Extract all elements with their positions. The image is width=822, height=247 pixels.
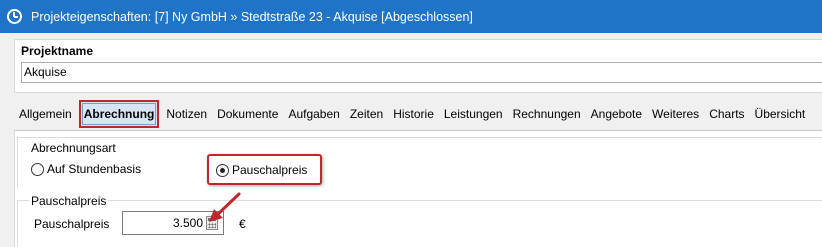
tab-aufgaben[interactable]: Aufgaben: [283, 102, 344, 126]
tab-leistungen[interactable]: Leistungen: [439, 102, 508, 126]
flat-price-field-label: Pauschalpreis: [34, 217, 110, 231]
tab-weiteres[interactable]: Weiteres: [647, 102, 704, 126]
radio-hourly[interactable]: Auf Stundenbasis: [31, 162, 141, 176]
tab-abrechnung[interactable]: Abrechnung: [78, 100, 160, 128]
tab-charts[interactable]: Charts: [704, 102, 749, 126]
radio-hourly-label: Auf Stundenbasis: [47, 162, 142, 176]
tab-uebersicht[interactable]: Übersicht: [750, 102, 811, 126]
radio-flat-price[interactable]: Pauschalpreis: [216, 163, 307, 177]
tab-allgemein[interactable]: Allgemein: [14, 102, 77, 126]
tab-historie[interactable]: Historie: [388, 102, 439, 126]
tab-angebote[interactable]: Angebote: [586, 102, 647, 126]
radio-flat-price-label: Pauschalpreis: [232, 163, 308, 177]
highlight-flat-price-option: Pauschalpreis: [207, 154, 322, 185]
tab-bar: Allgemein Abrechnung Notizen Dokumente A…: [14, 100, 810, 128]
annotation-arrow-icon: [209, 192, 241, 222]
billing-type-label: Abrechnungsart: [29, 141, 118, 155]
tab-zeiten[interactable]: Zeiten: [345, 102, 388, 126]
clock-icon: [7, 9, 22, 24]
tab-notizen[interactable]: Notizen: [161, 102, 212, 126]
project-name-label: Projektname: [21, 44, 94, 58]
tab-rechnungen[interactable]: Rechnungen: [508, 102, 586, 126]
tab-dokumente[interactable]: Dokumente: [212, 102, 283, 126]
radio-flat-price-circle[interactable]: [216, 163, 229, 177]
project-name-section: Projektname Akquise: [14, 39, 822, 93]
flat-price-group-label: Pauschalpreis: [29, 194, 109, 208]
flat-price-value: 3.500: [172, 216, 203, 230]
billing-panel: Abrechnungsart Auf Stundenbasis Pauschal…: [14, 130, 822, 247]
radio-hourly-circle[interactable]: [31, 162, 44, 176]
title-bar: Projekteigenschaften: [7] Ny GmbH » Sted…: [0, 0, 822, 33]
project-name-input[interactable]: Akquise: [21, 62, 822, 83]
window-title: Projekteigenschaften: [7] Ny GmbH » Sted…: [31, 9, 473, 24]
